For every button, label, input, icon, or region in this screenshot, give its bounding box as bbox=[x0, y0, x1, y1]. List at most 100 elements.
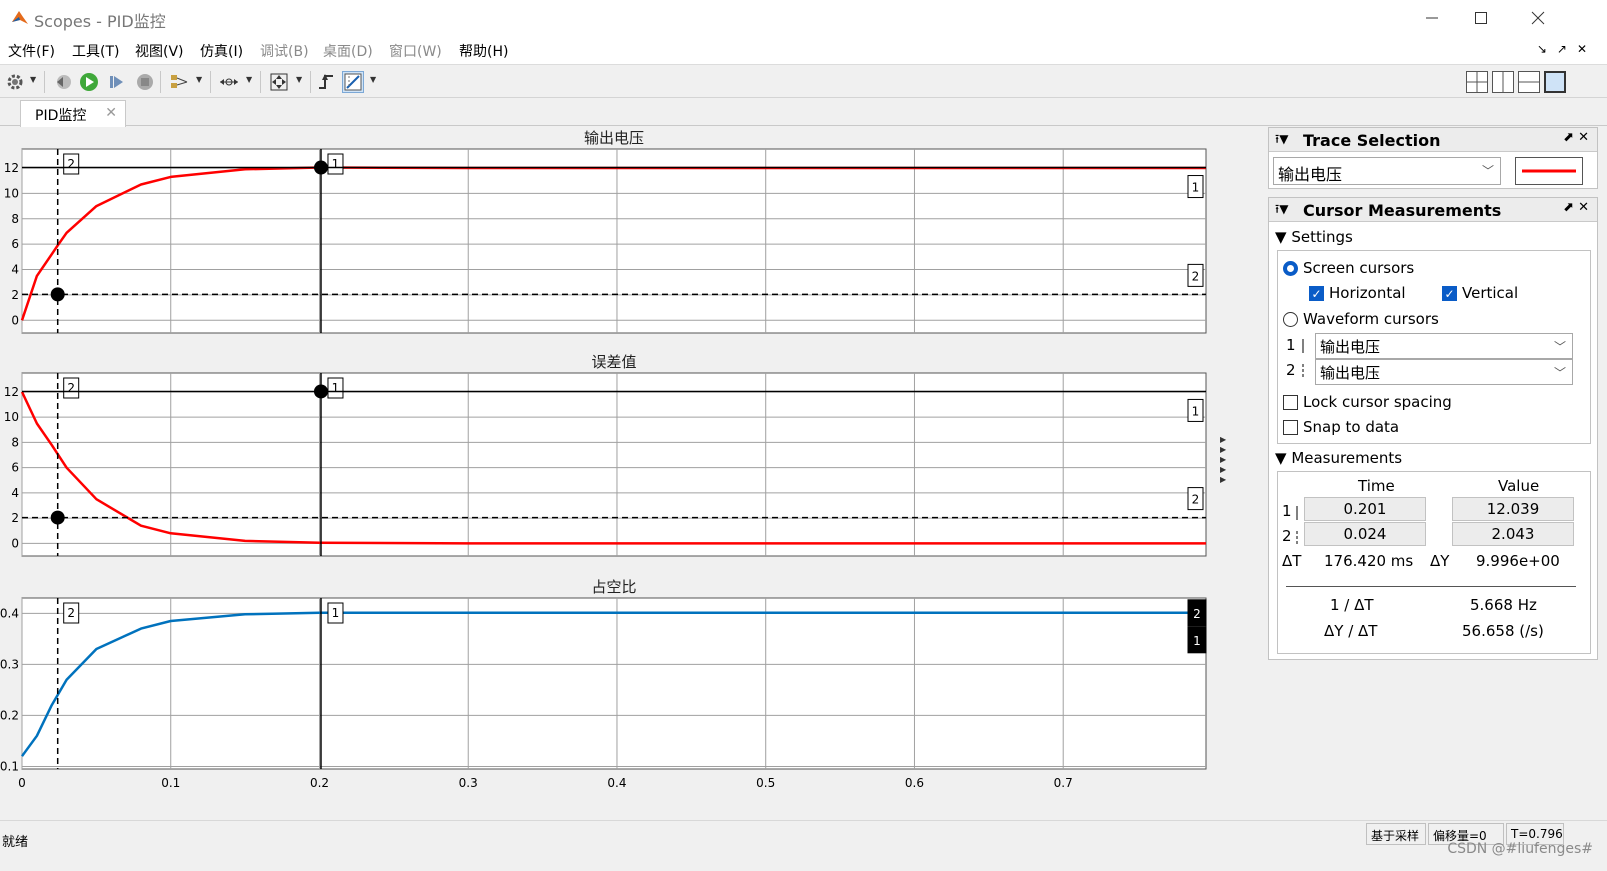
h-cursor-2-label: 2 bbox=[1192, 269, 1200, 283]
stop-button[interactable] bbox=[134, 71, 156, 93]
trace-line-style-button[interactable] bbox=[1515, 157, 1583, 185]
layout-grid-button[interactable] bbox=[1466, 71, 1488, 93]
h-cursor-1-label: 1 bbox=[1193, 634, 1201, 648]
menu-window[interactable]: 窗口(W) bbox=[389, 41, 442, 61]
autoscale-button[interactable] bbox=[268, 71, 290, 93]
menu-tools[interactable]: 工具(T) bbox=[72, 41, 119, 61]
run-button[interactable] bbox=[78, 71, 100, 93]
y-tick-label: 12 bbox=[4, 385, 19, 399]
settings-dropdown-icon[interactable]: ▼ bbox=[30, 75, 36, 84]
collapse-panel-icon[interactable]: ▶ ▶ ▶ ▶ ▶ bbox=[1220, 435, 1230, 485]
y-tick-label: 6 bbox=[11, 461, 19, 475]
zoom-dropdown-icon[interactable]: ▼ bbox=[246, 75, 252, 84]
wf-cursor2-dropdown[interactable]: 输出电压 ﹀ bbox=[1315, 359, 1573, 385]
tab-close-icon[interactable]: ✕ bbox=[105, 105, 117, 121]
maximize-button[interactable] bbox=[1459, 4, 1503, 32]
panel-controls[interactable]: ⬈ ✕ bbox=[1563, 130, 1589, 145]
minimize-icon bbox=[1426, 17, 1438, 19]
menu-help[interactable]: 帮助(H) bbox=[459, 41, 508, 61]
y-tick-label: 6 bbox=[11, 237, 19, 251]
step-forward-icon bbox=[110, 76, 123, 88]
menu-desktop[interactable]: 桌面(D) bbox=[323, 41, 373, 61]
trace-select-value: 输出电压 bbox=[1278, 165, 1343, 184]
close-figure-icon[interactable]: ✕ bbox=[1577, 42, 1597, 56]
minimize-button[interactable] bbox=[1410, 4, 1454, 32]
panel-controls[interactable]: ⬈ ✕ bbox=[1563, 200, 1589, 215]
undock-icon[interactable]: ↗ bbox=[1557, 42, 1577, 56]
cursor-dropdown-icon[interactable]: ▼ bbox=[370, 75, 376, 84]
window-title: Scopes - PID监控 bbox=[34, 12, 166, 31]
cursor-intersection-1 bbox=[313, 160, 328, 175]
wf-cursor1-dropdown[interactable]: 输出电压 ﹀ bbox=[1315, 333, 1573, 359]
checkmark-icon: ✓ bbox=[1442, 285, 1457, 301]
zoom-button[interactable] bbox=[218, 71, 240, 93]
waveform-cursors-radio[interactable]: Waveform cursors bbox=[1283, 310, 1439, 328]
close-button[interactable] bbox=[1516, 4, 1560, 32]
signal-highlight-button[interactable] bbox=[168, 71, 190, 93]
settings-button[interactable] bbox=[4, 71, 26, 93]
h-cursor-1-label: 1 bbox=[1192, 404, 1200, 418]
layout-columns-button[interactable] bbox=[1492, 71, 1514, 93]
scope-plots[interactable]: 输出电压1210864201212误差值1210864201212占空比0 0.1… bbox=[0, 127, 1262, 820]
dock-icon[interactable]: ↘ bbox=[1537, 42, 1557, 56]
slope-label: ΔY / ΔT bbox=[1324, 622, 1378, 640]
menu-view[interactable]: 视图(V) bbox=[135, 41, 184, 61]
step-forward-button[interactable] bbox=[106, 71, 128, 93]
pin-icon[interactable]: ⭱▼ bbox=[1275, 200, 1288, 221]
radio-selected-icon bbox=[1283, 260, 1298, 276]
title-bar: Scopes - PID监控 bbox=[0, 0, 1607, 36]
snap-to-data-checkbox[interactable]: Snap to data bbox=[1283, 418, 1399, 436]
inverse-delta-t-label: 1 / ΔT bbox=[1330, 596, 1374, 614]
autoscale-dropdown-icon[interactable]: ▼ bbox=[296, 75, 302, 84]
tab-pid-monitor[interactable]: PID监控 ✕ bbox=[20, 100, 126, 127]
layout-grid-icon bbox=[1467, 72, 1487, 92]
cursor-intersection-2 bbox=[50, 510, 65, 525]
step-back-button[interactable] bbox=[52, 71, 74, 93]
step-back-icon bbox=[57, 75, 71, 89]
h-cursor-1-label: 1 bbox=[1192, 181, 1200, 195]
close-icon bbox=[1531, 11, 1545, 25]
layout-single-icon bbox=[1546, 73, 1564, 91]
h-cursor-2-label: 2 bbox=[1192, 493, 1200, 507]
cursor-1-label: 1 bbox=[332, 381, 340, 395]
lock-spacing-checkbox[interactable]: Lock cursor spacing bbox=[1283, 393, 1452, 411]
vertical-checkbox[interactable]: ✓ Vertical bbox=[1442, 284, 1518, 302]
trigger-button[interactable] bbox=[316, 71, 338, 93]
menu-debug[interactable]: 调试(B) bbox=[260, 41, 309, 61]
side-panel: ▶ ▶ ▶ ▶ ▶ ⭱▼ Trace Selection ⬈ ✕ 输出电压 ﹀ ⭱▼ C… bbox=[1220, 127, 1599, 820]
settings-section-toggle[interactable]: ▼ Settings bbox=[1275, 228, 1353, 246]
plot-area: 输出电压 12 10 8 6 4 2 0 1 2 1 2 误差值 12 10 8 6 4 2 0 1 2 1 2 占空比 0 0.1… bbox=[0, 127, 1262, 820]
pin-icon[interactable]: ⭱▼ bbox=[1275, 130, 1288, 151]
menu-file[interactable]: 文件(F) bbox=[8, 41, 55, 61]
toolbar-separator bbox=[210, 71, 211, 93]
x-tick-label: 0.1 bbox=[161, 776, 180, 790]
dock-controls[interactable]: ↘↗✕ bbox=[1537, 42, 1597, 56]
tab-label: PID监控 bbox=[35, 108, 87, 124]
screen-cursors-radio[interactable]: Screen cursors bbox=[1283, 259, 1414, 277]
wf-cursor2-value: 输出电压 bbox=[1320, 364, 1381, 382]
measurements-section-toggle[interactable]: ▼ Measurements bbox=[1275, 449, 1402, 467]
y-tick-label: 8 bbox=[11, 435, 19, 449]
layout-rows-button[interactable] bbox=[1518, 71, 1540, 93]
menu-simulation[interactable]: 仿真(I) bbox=[200, 41, 243, 61]
signal-dropdown-icon[interactable]: ▼ bbox=[196, 75, 202, 84]
run-icon bbox=[80, 73, 98, 91]
cursor-1-label: 1 bbox=[332, 606, 340, 620]
checkmark-icon: ✓ bbox=[1309, 285, 1324, 301]
y-tick-label: 4 bbox=[11, 263, 19, 277]
y-tick-label: 0.1 bbox=[0, 759, 19, 773]
horizontal-checkbox[interactable]: ✓ Horizontal bbox=[1309, 284, 1406, 302]
layout-single-button[interactable] bbox=[1544, 71, 1566, 93]
col-value-header: Value bbox=[1498, 477, 1540, 495]
line-color-swatch bbox=[1522, 169, 1576, 173]
toolbar-separator bbox=[260, 71, 261, 93]
toolbar: ▼ ▼ ▼ ▼ ▼ bbox=[0, 64, 1607, 98]
trace-select-dropdown[interactable]: 输出电压 ﹀ bbox=[1273, 157, 1501, 185]
signal-highlight-icon bbox=[171, 75, 188, 88]
cursor-measurements-button[interactable] bbox=[342, 71, 364, 93]
x-tick-label: 0.4 bbox=[607, 776, 626, 790]
cursor-measurements-header: ⭱▼ Cursor Measurements ⬈ ✕ bbox=[1269, 198, 1597, 222]
y-tick-label: 2 bbox=[11, 511, 19, 525]
col-time-header: Time bbox=[1358, 477, 1395, 495]
row2-index: 2 bbox=[1282, 527, 1292, 545]
